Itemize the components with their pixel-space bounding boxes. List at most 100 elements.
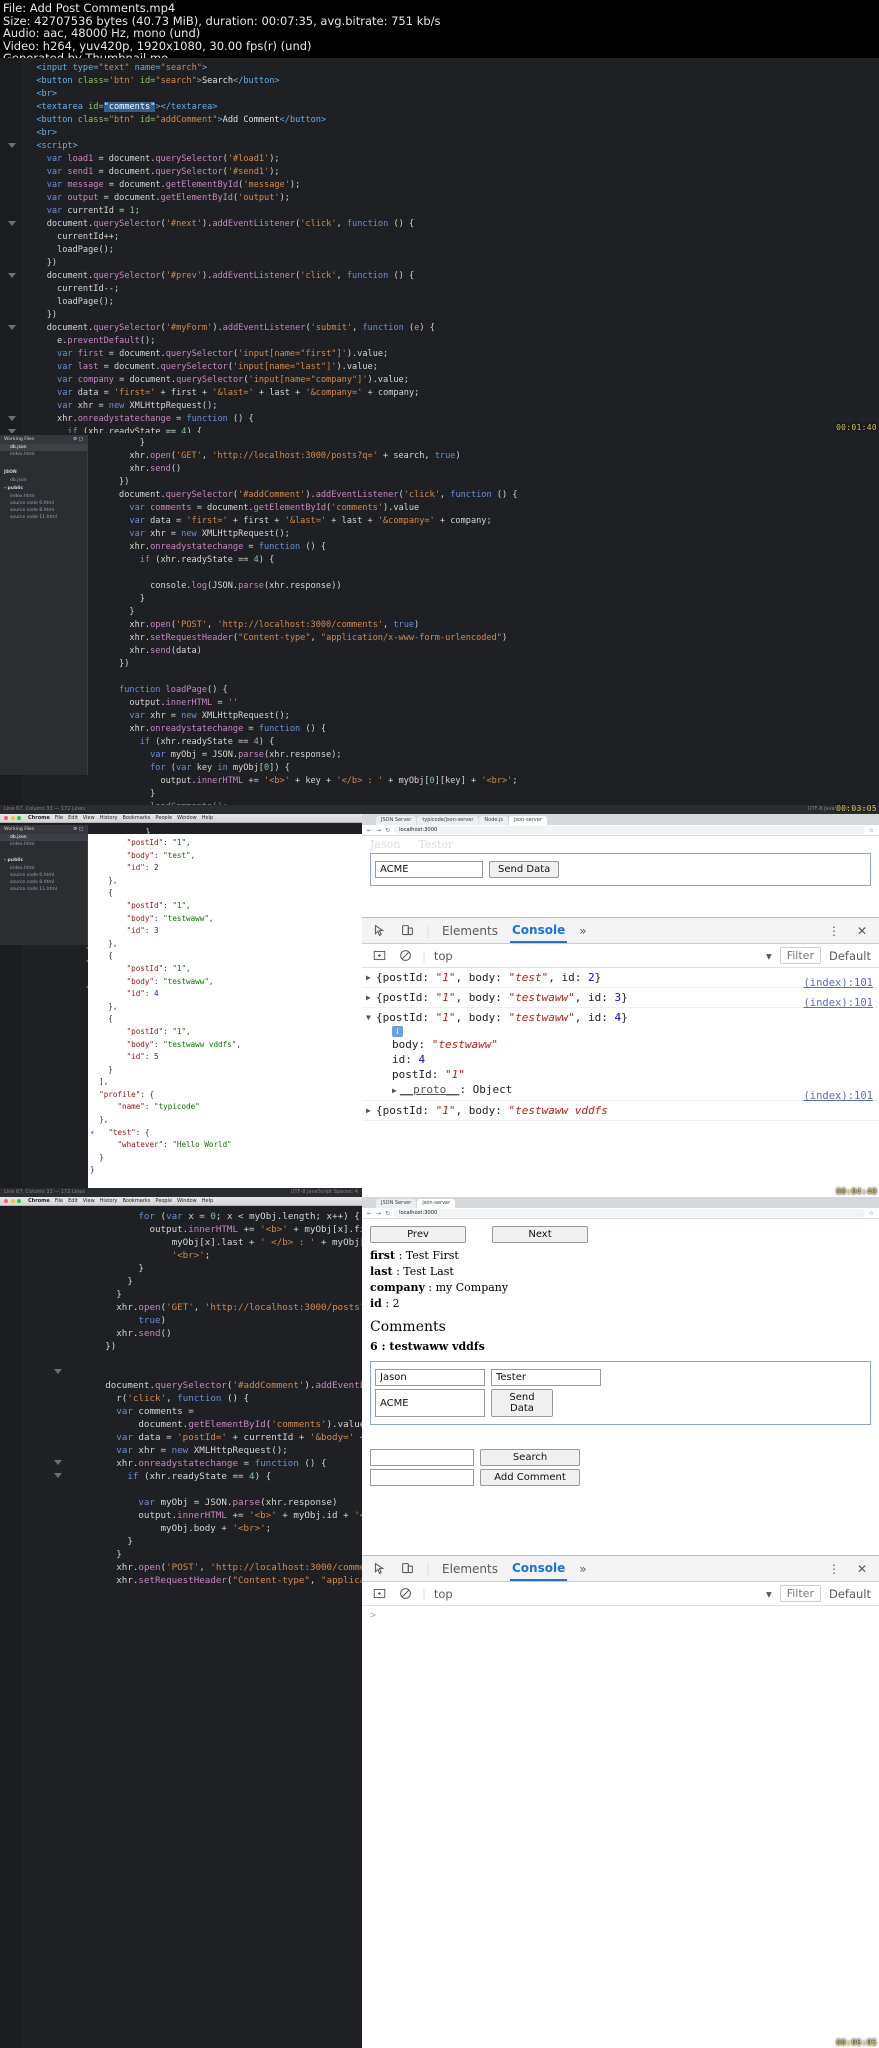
panel-controls-icon[interactable]: ⚙ □ — [73, 827, 83, 832]
menu-help[interactable]: Help — [202, 815, 213, 821]
first-name-input[interactable] — [375, 1369, 485, 1386]
editor-code-area[interactable]: } xhr.open('GET', 'http://localhost:3000… — [0, 433, 879, 814]
console-source-link[interactable]: (index):101 — [803, 977, 873, 989]
editor-code-area[interactable]: <input type="text" name="search"> <butto… — [0, 58, 879, 433]
code-editor-2[interactable]: } xhr.open('GET', 'http://localhost:3000… — [0, 433, 879, 814]
menu-edit[interactable]: Edit — [68, 1198, 78, 1204]
code-fold-arrow-icon[interactable] — [8, 273, 16, 278]
browser-tab[interactable]: Node.js — [479, 815, 509, 825]
console-expand-arrow-icon[interactable]: ▶ — [366, 993, 371, 1002]
console-log-entry[interactable]: (index):101 ▶ {postId: "1", body: "test", … — [362, 968, 879, 988]
chevron-down-icon[interactable]: ▾ — [766, 1587, 772, 1601]
bookmark-star-icon[interactable]: ☆ — [869, 1210, 874, 1217]
devtools-tab-bar[interactable]: | Elements Console » ⋮ ✕ — [362, 918, 879, 944]
console-log-entry[interactable]: (index):101 ▶ {postId: "1", body: "testwaw… — [362, 977, 879, 1008]
address-bar[interactable]: localhost:3000 — [394, 1209, 865, 1217]
browser-tab-bar[interactable]: JSON Server json-server — [362, 1197, 879, 1208]
reload-icon[interactable]: ↻ — [385, 1210, 390, 1217]
device-toolbar-icon[interactable] — [398, 1561, 416, 1577]
console-log-entry[interactable]: (index):101 ▼ {postId: "1", body: "testwaw… — [362, 997, 879, 1101]
window-controls[interactable] — [4, 1199, 21, 1203]
project-file-item[interactable]: index.html — [0, 865, 87, 872]
project-file-item[interactable]: source code 6.html — [0, 872, 87, 879]
console-output-list[interactable]: (index):101▶{postId: "1", body: "test", … — [362, 968, 879, 1197]
mac-menus[interactable]: Chrome File Edit View History Bookmarks … — [28, 1198, 213, 1204]
minimize-window-icon[interactable] — [10, 816, 15, 820]
editor-code-area[interactable]: for (var x = 0; x < myObj.length; x++) {… — [0, 1206, 362, 1587]
comments-textarea[interactable] — [370, 1469, 474, 1486]
working-file-item[interactable]: index.html — [0, 841, 87, 848]
reload-icon[interactable]: ↻ — [385, 827, 390, 834]
console-toolbar[interactable]: | top ▾ Filter Default — [362, 1582, 879, 1606]
minimize-window-icon[interactable] — [10, 1199, 15, 1203]
devtools-tab-bar[interactable]: | Elements Console » ⋮ ✕ — [362, 1556, 879, 1582]
console-object-property[interactable]: body: "testwaww" — [392, 1037, 873, 1052]
more-tabs-button[interactable]: » — [577, 1558, 588, 1580]
device-toolbar-icon[interactable] — [398, 923, 416, 939]
console-expand-arrow-icon[interactable]: ▶ — [392, 1086, 397, 1095]
clear-console-icon[interactable] — [396, 1586, 414, 1602]
menu-history[interactable]: History — [100, 1198, 118, 1204]
next-button[interactable]: Next — [492, 1226, 588, 1243]
code-fold-arrow-icon[interactable] — [8, 416, 16, 421]
back-icon[interactable]: ← — [367, 1210, 372, 1217]
project-file-item[interactable]: index.html — [0, 493, 87, 500]
mac-menu-bar-left[interactable]: Chrome File Edit View History Bookmarks … — [0, 814, 362, 823]
console-filter-input[interactable]: Filter — [779, 1585, 821, 1602]
menu-people[interactable]: People — [155, 815, 172, 821]
project-file-item[interactable]: db.json — [0, 477, 87, 484]
console-filter-input[interactable]: Filter — [779, 947, 821, 964]
inspect-element-icon[interactable] — [370, 923, 388, 939]
console-object-property[interactable]: ▶ __proto__: Object — [392, 1082, 873, 1097]
code-editor-1[interactable]: <input type="text" name="search"> <butto… — [0, 58, 879, 433]
first-name-input[interactable] — [375, 861, 483, 878]
console-context-selector[interactable]: top — [434, 949, 453, 963]
close-icon[interactable]: ✕ — [853, 923, 871, 939]
back-icon[interactable]: ← — [367, 827, 372, 834]
menu-people[interactable]: People — [155, 1198, 172, 1204]
console-expand-arrow-icon[interactable]: ▶ — [366, 973, 371, 982]
forward-icon[interactable]: → — [376, 1210, 381, 1217]
log-level-selector[interactable]: Default — [829, 949, 871, 963]
maximize-window-icon[interactable] — [17, 816, 21, 820]
working-file-item[interactable]: db.json — [0, 834, 87, 841]
menu-file[interactable]: File — [55, 1198, 63, 1204]
bookmark-star-icon[interactable]: ☆ — [869, 827, 874, 834]
send-data-button[interactable]: Send Data — [491, 1389, 553, 1417]
tab-elements[interactable]: Elements — [440, 1558, 500, 1580]
code-editor-4[interactable]: for (var x = 0; x < myObj.length; x++) {… — [0, 1206, 362, 2048]
browser-tab[interactable]: typicode/json-server — [417, 815, 479, 825]
working-file-item[interactable]: index.html — [0, 451, 87, 458]
kebab-menu-icon[interactable]: ⋮ — [825, 1561, 843, 1577]
close-window-icon[interactable] — [4, 1199, 8, 1203]
console-source-link[interactable]: (index):101 — [803, 997, 873, 1009]
browser-tab-active[interactable]: json-server — [417, 1198, 456, 1208]
browser-tab-active[interactable]: json-server — [509, 815, 547, 825]
last-name-input[interactable] — [491, 1369, 601, 1386]
inspect-element-icon[interactable] — [370, 1561, 388, 1577]
data-entry-form[interactable]: Send Data — [370, 1361, 871, 1425]
code-fold-arrow-icon[interactable] — [8, 325, 16, 330]
console-context-selector[interactable]: top — [434, 1587, 453, 1601]
add-comment-button[interactable]: Add Comment — [480, 1469, 580, 1486]
working-file-item[interactable]: db.json — [0, 444, 87, 451]
menu-view[interactable]: View — [83, 815, 95, 821]
kebab-menu-icon[interactable]: ⋮ — [825, 923, 843, 939]
clear-console-icon[interactable] — [396, 948, 414, 964]
browser-tab[interactable]: JSON Server — [376, 1198, 417, 1208]
project-folder-label[interactable]: - public — [0, 856, 87, 865]
browser-tab[interactable]: JSON Server — [376, 815, 417, 825]
project-file-item[interactable]: source code 8.html — [0, 879, 87, 886]
menu-app-name[interactable]: Chrome — [28, 815, 50, 821]
project-folder-label[interactable]: - public — [0, 484, 87, 493]
company-input[interactable] — [375, 1389, 485, 1417]
browser-toolbar[interactable]: ← → ↻ localhost:3000 ☆ — [362, 1208, 879, 1219]
browser-tab-bar[interactable]: JSON Server typicode/json-server Node.js… — [362, 814, 879, 825]
address-bar[interactable]: localhost:3000 — [394, 826, 865, 834]
console-sidebar-icon[interactable] — [370, 948, 388, 964]
close-window-icon[interactable] — [4, 816, 8, 820]
data-form-top[interactable]: Send Data — [370, 853, 871, 886]
menu-app-name[interactable]: Chrome — [28, 1198, 50, 1204]
prev-button[interactable]: Prev — [370, 1226, 466, 1243]
search-button[interactable]: Search — [480, 1449, 580, 1466]
